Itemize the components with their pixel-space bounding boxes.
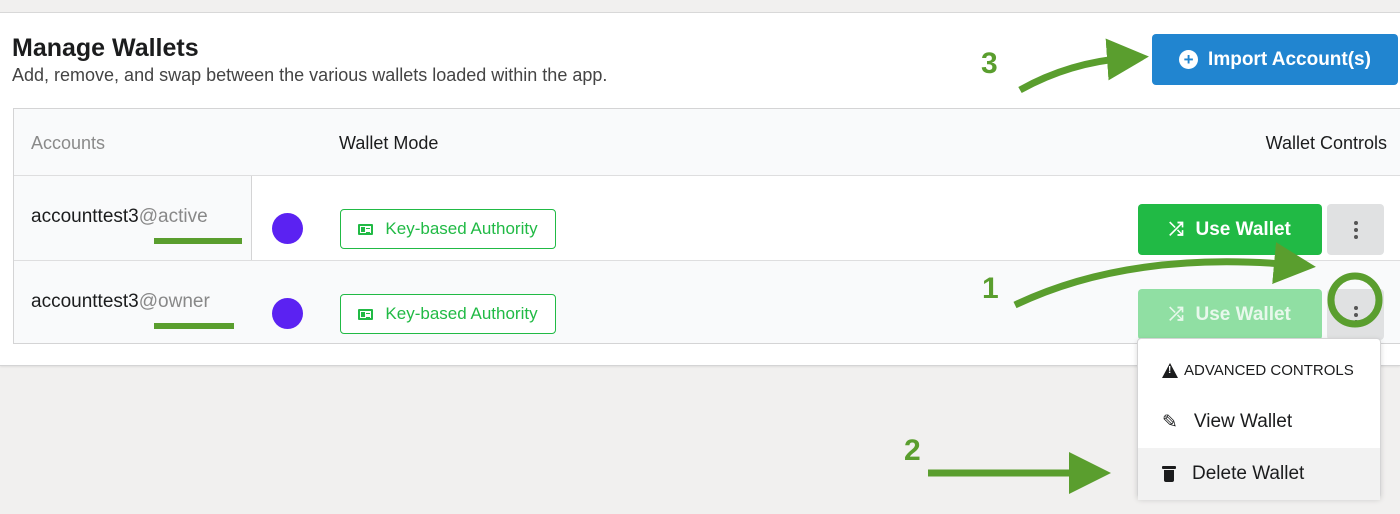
annotation-number-1: 1: [982, 272, 999, 305]
annotation-number-3: 3: [981, 47, 998, 80]
annotation-arrows: [928, 38, 1383, 494]
arrow-step-3: [1018, 38, 1149, 94]
arrow-step-1: [1013, 242, 1316, 309]
annotation-number-2: 2: [904, 434, 921, 467]
highlight-circle: [1327, 272, 1383, 328]
